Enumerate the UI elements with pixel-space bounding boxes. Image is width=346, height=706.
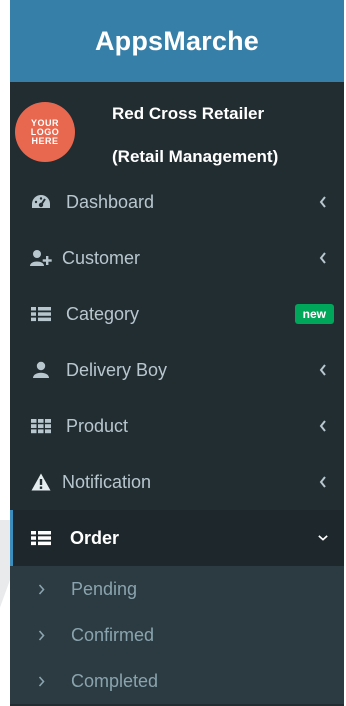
chevron-left-icon	[318, 419, 328, 433]
list-icon	[30, 527, 52, 549]
user-role: (Retail Management)	[112, 147, 279, 166]
sidebar-item-delivery-boy[interactable]: Delivery Boy	[10, 342, 344, 398]
sidebar-item-label: Dashboard	[66, 191, 155, 212]
add-user-icon	[30, 247, 52, 269]
chevron-right-icon	[38, 625, 45, 646]
sidebar-item-label: Delivery Boy	[66, 359, 168, 380]
submenu-item-completed[interactable]: Completed	[10, 658, 344, 704]
submenu-item-confirmed[interactable]: Confirmed	[10, 612, 344, 658]
list-icon	[30, 303, 52, 325]
chevron-left-icon	[318, 195, 328, 209]
chevron-right-icon	[38, 671, 45, 692]
sidebar-item-dashboard[interactable]: Dashboard	[10, 174, 344, 230]
chevron-left-icon	[318, 475, 328, 489]
sidebar: AppsMarche YOUR LOGO HERE Red Cross Reta…	[10, 0, 344, 706]
sidebar-item-label: Customer	[62, 247, 141, 268]
user-panel: YOUR LOGO HERE Red Cross Retailer (Retai…	[10, 82, 344, 174]
chevron-left-icon	[318, 251, 328, 265]
app-frame: AppsMarche YOUR LOGO HERE Red Cross Reta…	[0, 0, 346, 706]
sidebar-item-label: Order	[70, 527, 120, 548]
grid-icon	[30, 415, 52, 437]
sidebar-item-notification[interactable]: Notification	[10, 454, 344, 510]
chevron-left-icon	[318, 363, 328, 377]
submenu-item-label: Confirmed	[71, 624, 155, 645]
chevron-right-icon	[38, 579, 45, 600]
brand-header[interactable]: AppsMarche	[10, 0, 344, 82]
brand-title: AppsMarche	[94, 25, 260, 56]
new-badge: new	[294, 304, 334, 324]
company-logo: YOUR LOGO HERE	[15, 102, 75, 162]
sidebar-item-label: Notification	[62, 471, 152, 492]
sidebar-item-customer[interactable]: Customer	[10, 230, 344, 286]
sidebar-item-label: Category	[66, 303, 140, 324]
submenu-item-label: Completed	[71, 670, 159, 691]
dashboard-icon	[30, 191, 52, 213]
sidebar-menu: Dashboard Customer Category new Delivery…	[10, 174, 344, 704]
sidebar-item-category[interactable]: Category new	[10, 286, 344, 342]
chevron-down-icon	[318, 531, 328, 545]
submenu-item-label: Pending	[71, 578, 138, 599]
sidebar-item-label: Product	[66, 415, 129, 436]
sidebar-item-order[interactable]: Order	[10, 510, 344, 566]
warning-icon	[30, 471, 52, 493]
order-submenu: Pending Confirmed Completed	[10, 566, 344, 704]
sidebar-item-product[interactable]: Product	[10, 398, 344, 454]
user-icon	[30, 359, 52, 381]
user-name: Red Cross Retailer	[112, 104, 265, 123]
submenu-item-pending[interactable]: Pending	[10, 566, 344, 612]
